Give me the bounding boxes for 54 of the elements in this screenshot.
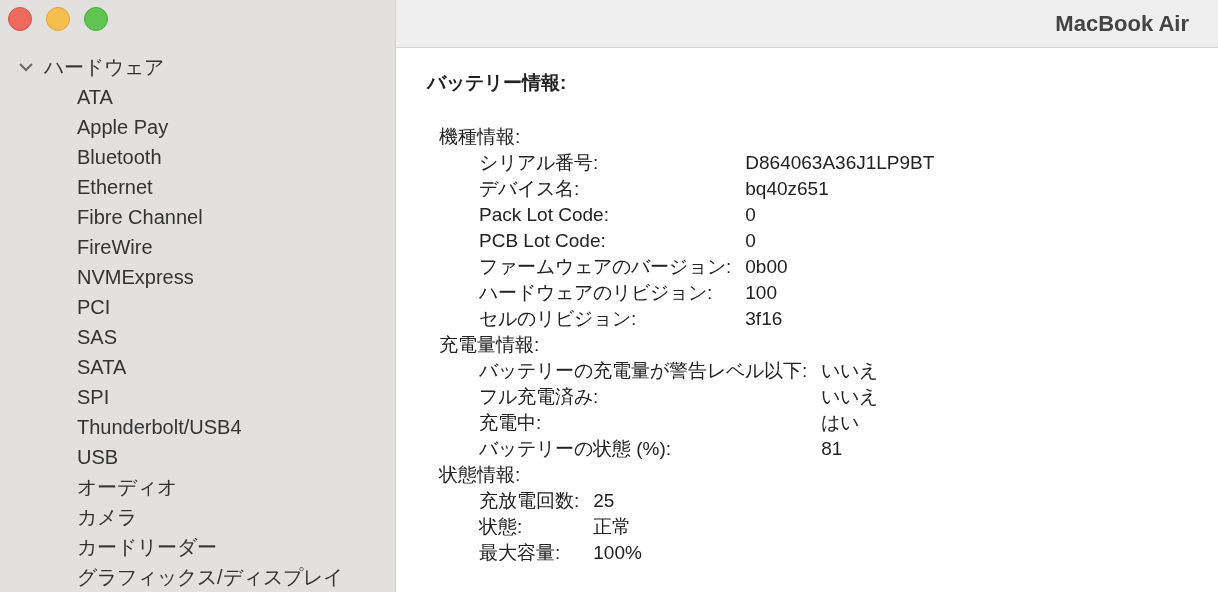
- property-label: セルのリビジョン:: [479, 307, 638, 331]
- minimize-button[interactable]: [46, 7, 70, 31]
- property-label: デバイス名:: [479, 177, 581, 201]
- property-value: はい: [821, 411, 861, 435]
- property-value: 100: [745, 281, 778, 305]
- property-value: 25: [593, 489, 616, 513]
- group-title: 機種情報:: [439, 125, 521, 149]
- property-label: 充放電回数:: [479, 489, 580, 513]
- property-label: Pack Lot Code:: [479, 203, 610, 227]
- window-title: MacBook Air: [1055, 10, 1189, 38]
- group-title: 状態情報:: [439, 463, 521, 487]
- sidebar-item[interactable]: グラフィックス/ディスプレイ: [0, 562, 395, 592]
- property-label: ファームウェアのバージョン:: [479, 255, 732, 279]
- property-label: 最大容量:: [479, 541, 562, 565]
- property-label: 充電中:: [479, 411, 543, 435]
- property-value: 0: [745, 229, 757, 253]
- sidebar-item[interactable]: USB: [0, 442, 395, 472]
- property-value: bq40z651: [745, 177, 830, 201]
- sidebar-item[interactable]: SPI: [0, 382, 395, 412]
- sidebar-item[interactable]: オーディオ: [0, 472, 395, 502]
- section-heading: バッテリー情報:: [427, 71, 567, 95]
- property-value: 0b00: [745, 255, 789, 279]
- property-label: バッテリーの充電量が警告レベル以下:: [479, 359, 808, 383]
- zoom-button[interactable]: [84, 7, 108, 31]
- sidebar-item[interactable]: FireWire: [0, 232, 395, 262]
- sidebar-item[interactable]: Bluetooth: [0, 142, 395, 172]
- sidebar-item[interactable]: ATA: [0, 82, 395, 112]
- sidebar-item[interactable]: Fibre Channel: [0, 202, 395, 232]
- property-label: シリアル番号:: [479, 151, 600, 175]
- property-value: いいえ: [821, 359, 879, 383]
- property-value: 正常: [593, 515, 633, 539]
- property-value: 0: [745, 203, 757, 227]
- property-value: 81: [821, 437, 844, 461]
- property-value: 3f16: [745, 307, 784, 331]
- property-label: 状態:: [479, 515, 524, 539]
- property-label: PCB Lot Code:: [479, 229, 607, 253]
- sidebar-item[interactable]: PCI: [0, 292, 395, 322]
- property-label: バッテリーの状態 (%):: [479, 437, 673, 461]
- sidebar-item[interactable]: NVMExpress: [0, 262, 395, 292]
- sidebar-item[interactable]: カードリーダー: [0, 532, 395, 562]
- close-button[interactable]: [8, 7, 32, 31]
- sidebar-item[interactable]: SAS: [0, 322, 395, 352]
- sidebar-item[interactable]: Thunderbolt/USB4: [0, 412, 395, 442]
- sidebar-item[interactable]: Ethernet: [0, 172, 395, 202]
- property-value: D864063A36J1LP9BT: [745, 151, 935, 175]
- property-value: いいえ: [821, 385, 879, 409]
- sidebar-item[interactable]: SATA: [0, 352, 395, 382]
- sidebar-item[interactable]: Apple Pay: [0, 112, 395, 142]
- sidebar-item[interactable]: カメラ: [0, 502, 395, 532]
- property-value: 100%: [593, 541, 642, 565]
- group-title: 充電量情報:: [439, 333, 540, 357]
- property-label: ハードウェアのリビジョン:: [479, 281, 714, 305]
- sidebar-section-label[interactable]: ハードウェア: [44, 52, 164, 82]
- property-label: フル充電済み:: [479, 385, 600, 409]
